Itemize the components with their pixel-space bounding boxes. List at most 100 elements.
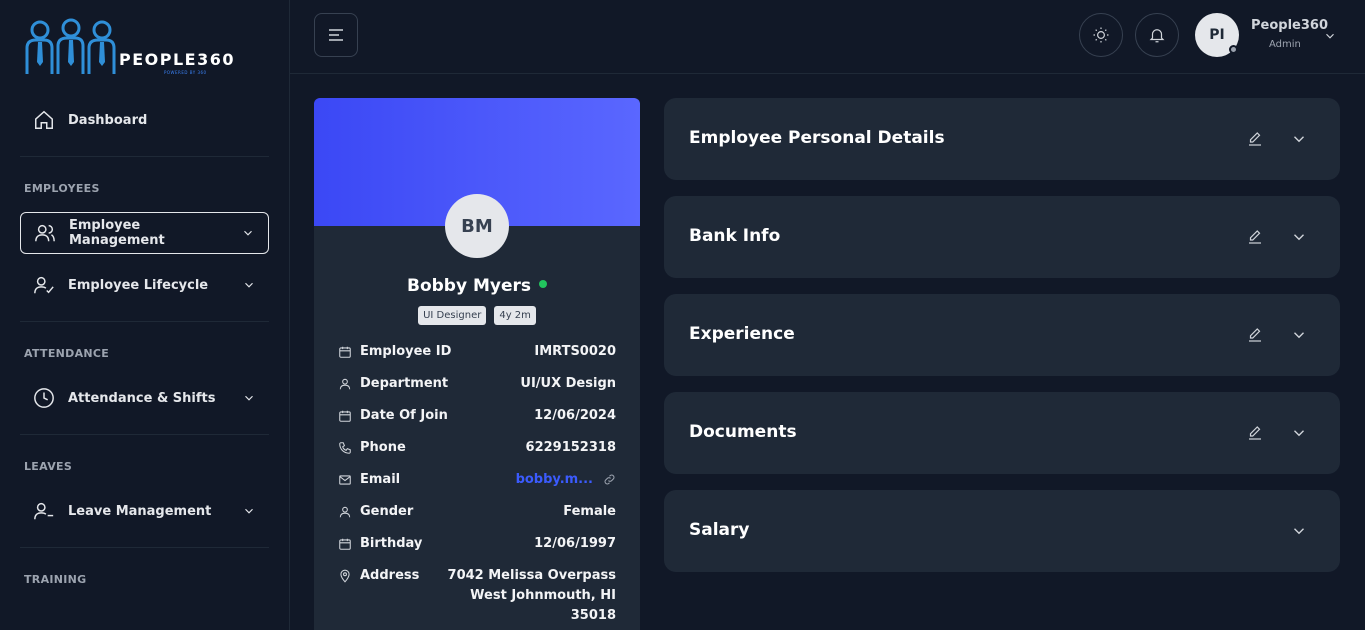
- menu-toggle-button[interactable]: [314, 13, 358, 57]
- sidebar-item-label: Leave Management: [68, 503, 212, 519]
- detail-phone: Phone 6229152318: [338, 440, 616, 455]
- detail-value: IMRTS0020: [534, 344, 616, 359]
- menu-icon: [329, 29, 343, 41]
- users-icon: [33, 221, 57, 245]
- detail-birthday: Birthday 12/06/1997: [338, 536, 616, 551]
- section-title-attendance: ATTENDANCE: [24, 347, 110, 360]
- section-title-employees: EMPLOYEES: [24, 182, 100, 195]
- section-title: Experience: [689, 324, 795, 344]
- edit-icon[interactable]: [1246, 424, 1264, 442]
- detail-label: Address: [360, 568, 420, 583]
- sidebar-item-label: Attendance & Shifts: [68, 390, 216, 406]
- detail-value: UI/UX Design: [520, 376, 616, 391]
- detail-label: Birthday: [360, 536, 423, 551]
- phone-icon: [338, 441, 352, 455]
- detail-label: Department: [360, 376, 449, 391]
- section-title: Salary: [689, 520, 750, 540]
- user-icon: [338, 505, 352, 519]
- sidebar: PEOPLE360 POWERED BY 360 Dashboard EMPLO…: [0, 0, 290, 630]
- section-experience[interactable]: Experience: [664, 294, 1340, 376]
- chevron-down-icon[interactable]: [241, 277, 257, 293]
- user-menu-chevron-down-icon[interactable]: [1323, 28, 1337, 47]
- detail-date-of-join: Date Of Join 12/06/2024: [338, 408, 616, 423]
- detail-address: Address 7042 Melissa Overpass West Johnm…: [338, 568, 616, 626]
- sidebar-divider: [20, 156, 269, 157]
- sidebar-item-employee-management[interactable]: Employee Management: [20, 212, 269, 254]
- user-role: Admin: [1269, 39, 1301, 50]
- sidebar-item-employee-lifecycle[interactable]: Employee Lifecycle: [20, 264, 269, 306]
- sidebar-item-attendance-shifts[interactable]: Attendance & Shifts: [20, 377, 269, 419]
- online-status-dot: [539, 280, 547, 288]
- calendar-icon: [338, 409, 352, 423]
- mail-icon: [338, 473, 352, 487]
- people-logo-icon: [25, 18, 116, 74]
- sidebar-item-leave-management[interactable]: Leave Management: [20, 490, 269, 532]
- user-minus-icon: [32, 499, 56, 523]
- detail-value: Female: [563, 504, 616, 519]
- chevron-down-icon[interactable]: [241, 503, 257, 519]
- app: PEOPLE360 POWERED BY 360 Dashboard EMPLO…: [0, 0, 1365, 630]
- detail-employee-id: Employee ID IMRTS0020: [338, 344, 616, 359]
- section-title-training: TRAINING: [24, 573, 87, 586]
- detail-value: 6229152318: [525, 440, 616, 455]
- section-bank-info[interactable]: Bank Info: [664, 196, 1340, 278]
- theme-toggle-button[interactable]: [1079, 13, 1123, 57]
- section-title: Employee Personal Details: [689, 128, 945, 148]
- section-title: Bank Info: [689, 226, 781, 246]
- sidebar-item-label: Employee Lifecycle: [68, 277, 209, 293]
- home-icon: [32, 108, 56, 132]
- brand-tagline: POWERED BY 360: [164, 70, 207, 75]
- detail-email: Email bobby.m...: [338, 472, 616, 490]
- sidebar-divider: [20, 434, 269, 435]
- chevron-down-icon[interactable]: [1290, 130, 1308, 148]
- section-employee-personal-details[interactable]: Employee Personal Details: [664, 98, 1340, 180]
- user-name[interactable]: People360: [1251, 18, 1328, 33]
- chevron-down-icon[interactable]: [241, 390, 257, 406]
- edit-icon[interactable]: [1246, 228, 1264, 246]
- user-icon: [338, 377, 352, 391]
- sidebar-item-label: Employee Management: [69, 218, 165, 248]
- detail-value: 12/06/1997: [534, 536, 616, 551]
- clock-icon: [32, 386, 56, 410]
- brand-name: PEOPLE360: [119, 50, 236, 69]
- email-link[interactable]: bobby.m...: [516, 472, 593, 487]
- detail-value: 12/06/2024: [534, 408, 616, 423]
- tenure-badge: 4y 2m: [494, 306, 536, 325]
- top-header: PI People360 Admin: [290, 0, 1365, 74]
- map-pin-icon: [338, 569, 352, 583]
- chevron-down-icon[interactable]: [240, 225, 256, 241]
- detail-label: Employee ID: [360, 344, 452, 359]
- section-documents[interactable]: Documents: [664, 392, 1340, 474]
- brand-logo[interactable]: PEOPLE360 POWERED BY 360: [24, 16, 234, 78]
- edit-icon[interactable]: [1246, 130, 1264, 148]
- chevron-down-icon[interactable]: [1290, 326, 1308, 344]
- sidebar-item-label: Dashboard: [68, 112, 148, 128]
- detail-label: Gender: [360, 504, 414, 519]
- designation-badge: UI Designer: [418, 306, 487, 325]
- section-salary[interactable]: Salary: [664, 490, 1340, 572]
- sidebar-item-dashboard[interactable]: Dashboard: [20, 99, 269, 141]
- section-title: Documents: [689, 422, 797, 442]
- section-title-leaves: LEAVES: [24, 460, 73, 473]
- edit-icon[interactable]: [1246, 326, 1264, 344]
- detail-value: 7042 Melissa Overpass West Johnmouth, HI…: [447, 568, 616, 623]
- profile-name-row: Bobby Myers: [314, 276, 640, 296]
- detail-gender: Gender Female: [338, 504, 616, 519]
- profile-tags: UI Designer 4y 2m: [314, 306, 640, 325]
- user-status-dot: [1229, 45, 1238, 54]
- profile-card: BM Bobby Myers UI Designer 4y 2m Employe…: [314, 98, 640, 630]
- detail-label: Date Of Join: [360, 408, 448, 423]
- sidebar-divider: [20, 547, 269, 548]
- bell-icon: [1149, 29, 1165, 43]
- chevron-down-icon[interactable]: [1290, 522, 1308, 540]
- profile-avatar: BM: [445, 194, 509, 258]
- calendar-icon: [338, 345, 352, 359]
- chevron-down-icon[interactable]: [1290, 424, 1308, 442]
- sun-icon: [1093, 27, 1109, 43]
- notifications-button[interactable]: [1135, 13, 1179, 57]
- copy-link-icon[interactable]: [603, 473, 616, 490]
- user-check-icon: [32, 273, 56, 297]
- detail-label: Email: [360, 472, 401, 487]
- chevron-down-icon[interactable]: [1290, 228, 1308, 246]
- profile-name: Bobby Myers: [406, 276, 531, 296]
